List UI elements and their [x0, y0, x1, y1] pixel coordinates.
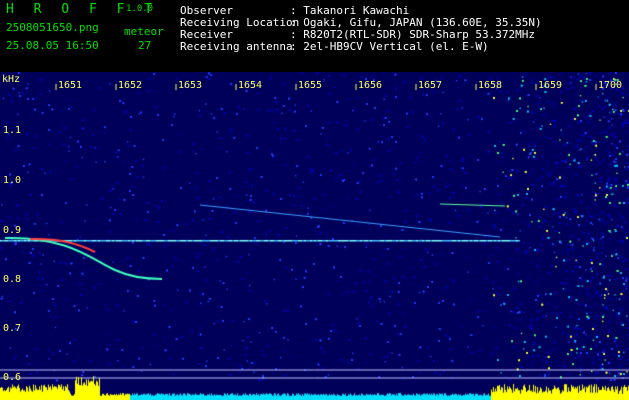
x-tick-label: 1655: [298, 80, 323, 91]
spectrogram-canvas: [0, 72, 629, 400]
y-tick-label: 1.0: [3, 175, 22, 186]
y-tick-label: 0.9: [3, 225, 22, 236]
x-tick-label: 1657: [418, 80, 443, 91]
x-tick-label: 1654: [238, 80, 263, 91]
y-tick-label: 0.6: [3, 372, 22, 383]
x-tick-label: 1700: [598, 80, 623, 91]
y-axis-unit: kHz: [2, 74, 21, 85]
y-tick-label: 1.1: [3, 125, 22, 136]
antenna-label: Receiving antenna: [180, 40, 293, 53]
file-datetime: 25.08.05 16:50: [6, 39, 99, 52]
meteor-label: meteor: [124, 25, 164, 38]
x-tick-label: 1652: [118, 80, 143, 91]
app-version: 1.0.0: [126, 4, 154, 14]
y-tick-label: 0.8: [3, 274, 22, 285]
x-tick-label: 1659: [538, 80, 563, 91]
x-tick-label: 1656: [358, 80, 383, 91]
antenna-value: : 2el-HB9CV Vertical (el. E-W): [290, 40, 489, 53]
x-tick-label: 1653: [178, 80, 203, 91]
x-tick-label: 1651: [58, 80, 83, 91]
x-tick-label: 1658: [478, 80, 503, 91]
y-tick-label: 0.7: [3, 323, 22, 334]
meteor-count: 27: [138, 39, 152, 52]
file-name: 2508051650.png: [6, 21, 99, 34]
header-panel: H R O F F T 1.0.0 2508051650.png 25.08.0…: [0, 0, 629, 72]
